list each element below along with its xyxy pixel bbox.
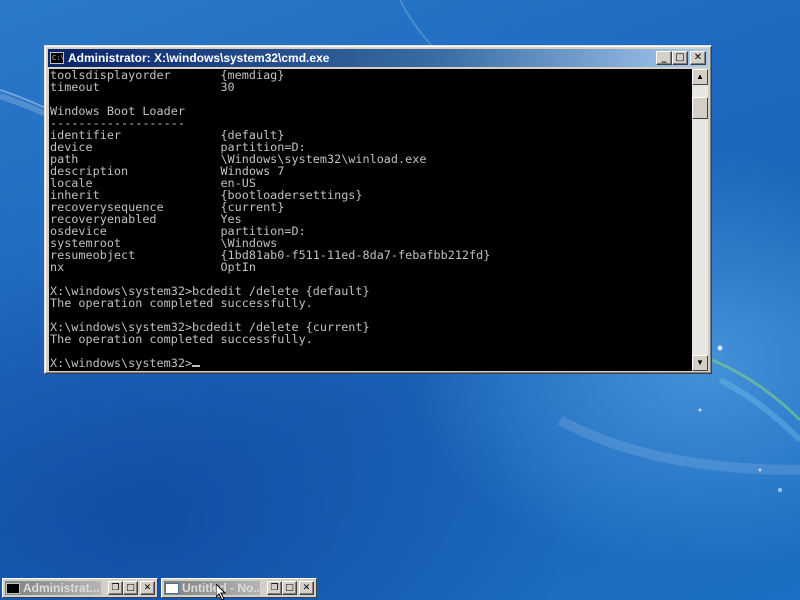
- taskbar-item-caption[interactable]: Administrat...: [5, 581, 101, 595]
- console-history: toolsdisplayorder {memdiag} timeout 30 W…: [50, 69, 491, 346]
- cmd-icon[interactable]: C:\: [50, 52, 65, 64]
- command-prompt: X:\windows\system32>: [50, 356, 193, 370]
- scroll-down-button[interactable]: ▼: [692, 355, 708, 371]
- taskbar-item-notepad[interactable]: Untitled - No... ❐ □ ✕: [161, 578, 317, 598]
- console-text: toolsdisplayorder {memdiag} timeout 30 W…: [50, 69, 490, 369]
- maximize-button[interactable]: □: [282, 581, 297, 595]
- close-button[interactable]: ✕: [299, 581, 314, 595]
- taskbar-item-label: Administrat...: [23, 581, 100, 595]
- restore-button[interactable]: ❐: [108, 581, 123, 595]
- console-output[interactable]: toolsdisplayorder {memdiag} timeout 30 W…: [49, 69, 692, 371]
- close-button[interactable]: ✕: [690, 51, 706, 65]
- taskbar-item-controls: ❐ □ ✕: [108, 581, 155, 595]
- maximize-button[interactable]: □: [123, 581, 138, 595]
- window-title: Administrator: X:\windows\system32\cmd.e…: [68, 51, 330, 65]
- taskbar-item-caption[interactable]: Untitled - No...: [164, 581, 260, 595]
- taskbar-item-controls: ❐ □ ✕: [267, 581, 314, 595]
- window-titlebar[interactable]: C:\ Administrator: X:\windows\system32\c…: [48, 49, 708, 67]
- cmd-icon: [6, 582, 20, 594]
- vertical-scrollbar[interactable]: ▲ ▼: [692, 69, 708, 371]
- restore-button[interactable]: ❐: [267, 581, 282, 595]
- taskbar-item-cmd[interactable]: Administrat... ❐ □ ✕: [2, 578, 158, 598]
- notepad-icon: [165, 582, 179, 594]
- text-cursor: [192, 365, 201, 367]
- mouse-pointer-icon: [216, 584, 227, 600]
- window-controls: _ □ ✕: [656, 51, 706, 65]
- cmd-window[interactable]: C:\ Administrator: X:\windows\system32\c…: [44, 45, 712, 374]
- scroll-thumb[interactable]: [692, 97, 708, 119]
- scroll-up-button[interactable]: ▲: [692, 69, 708, 85]
- minimize-button[interactable]: _: [656, 51, 672, 65]
- close-button[interactable]: ✕: [140, 581, 155, 595]
- maximize-button[interactable]: □: [672, 51, 688, 65]
